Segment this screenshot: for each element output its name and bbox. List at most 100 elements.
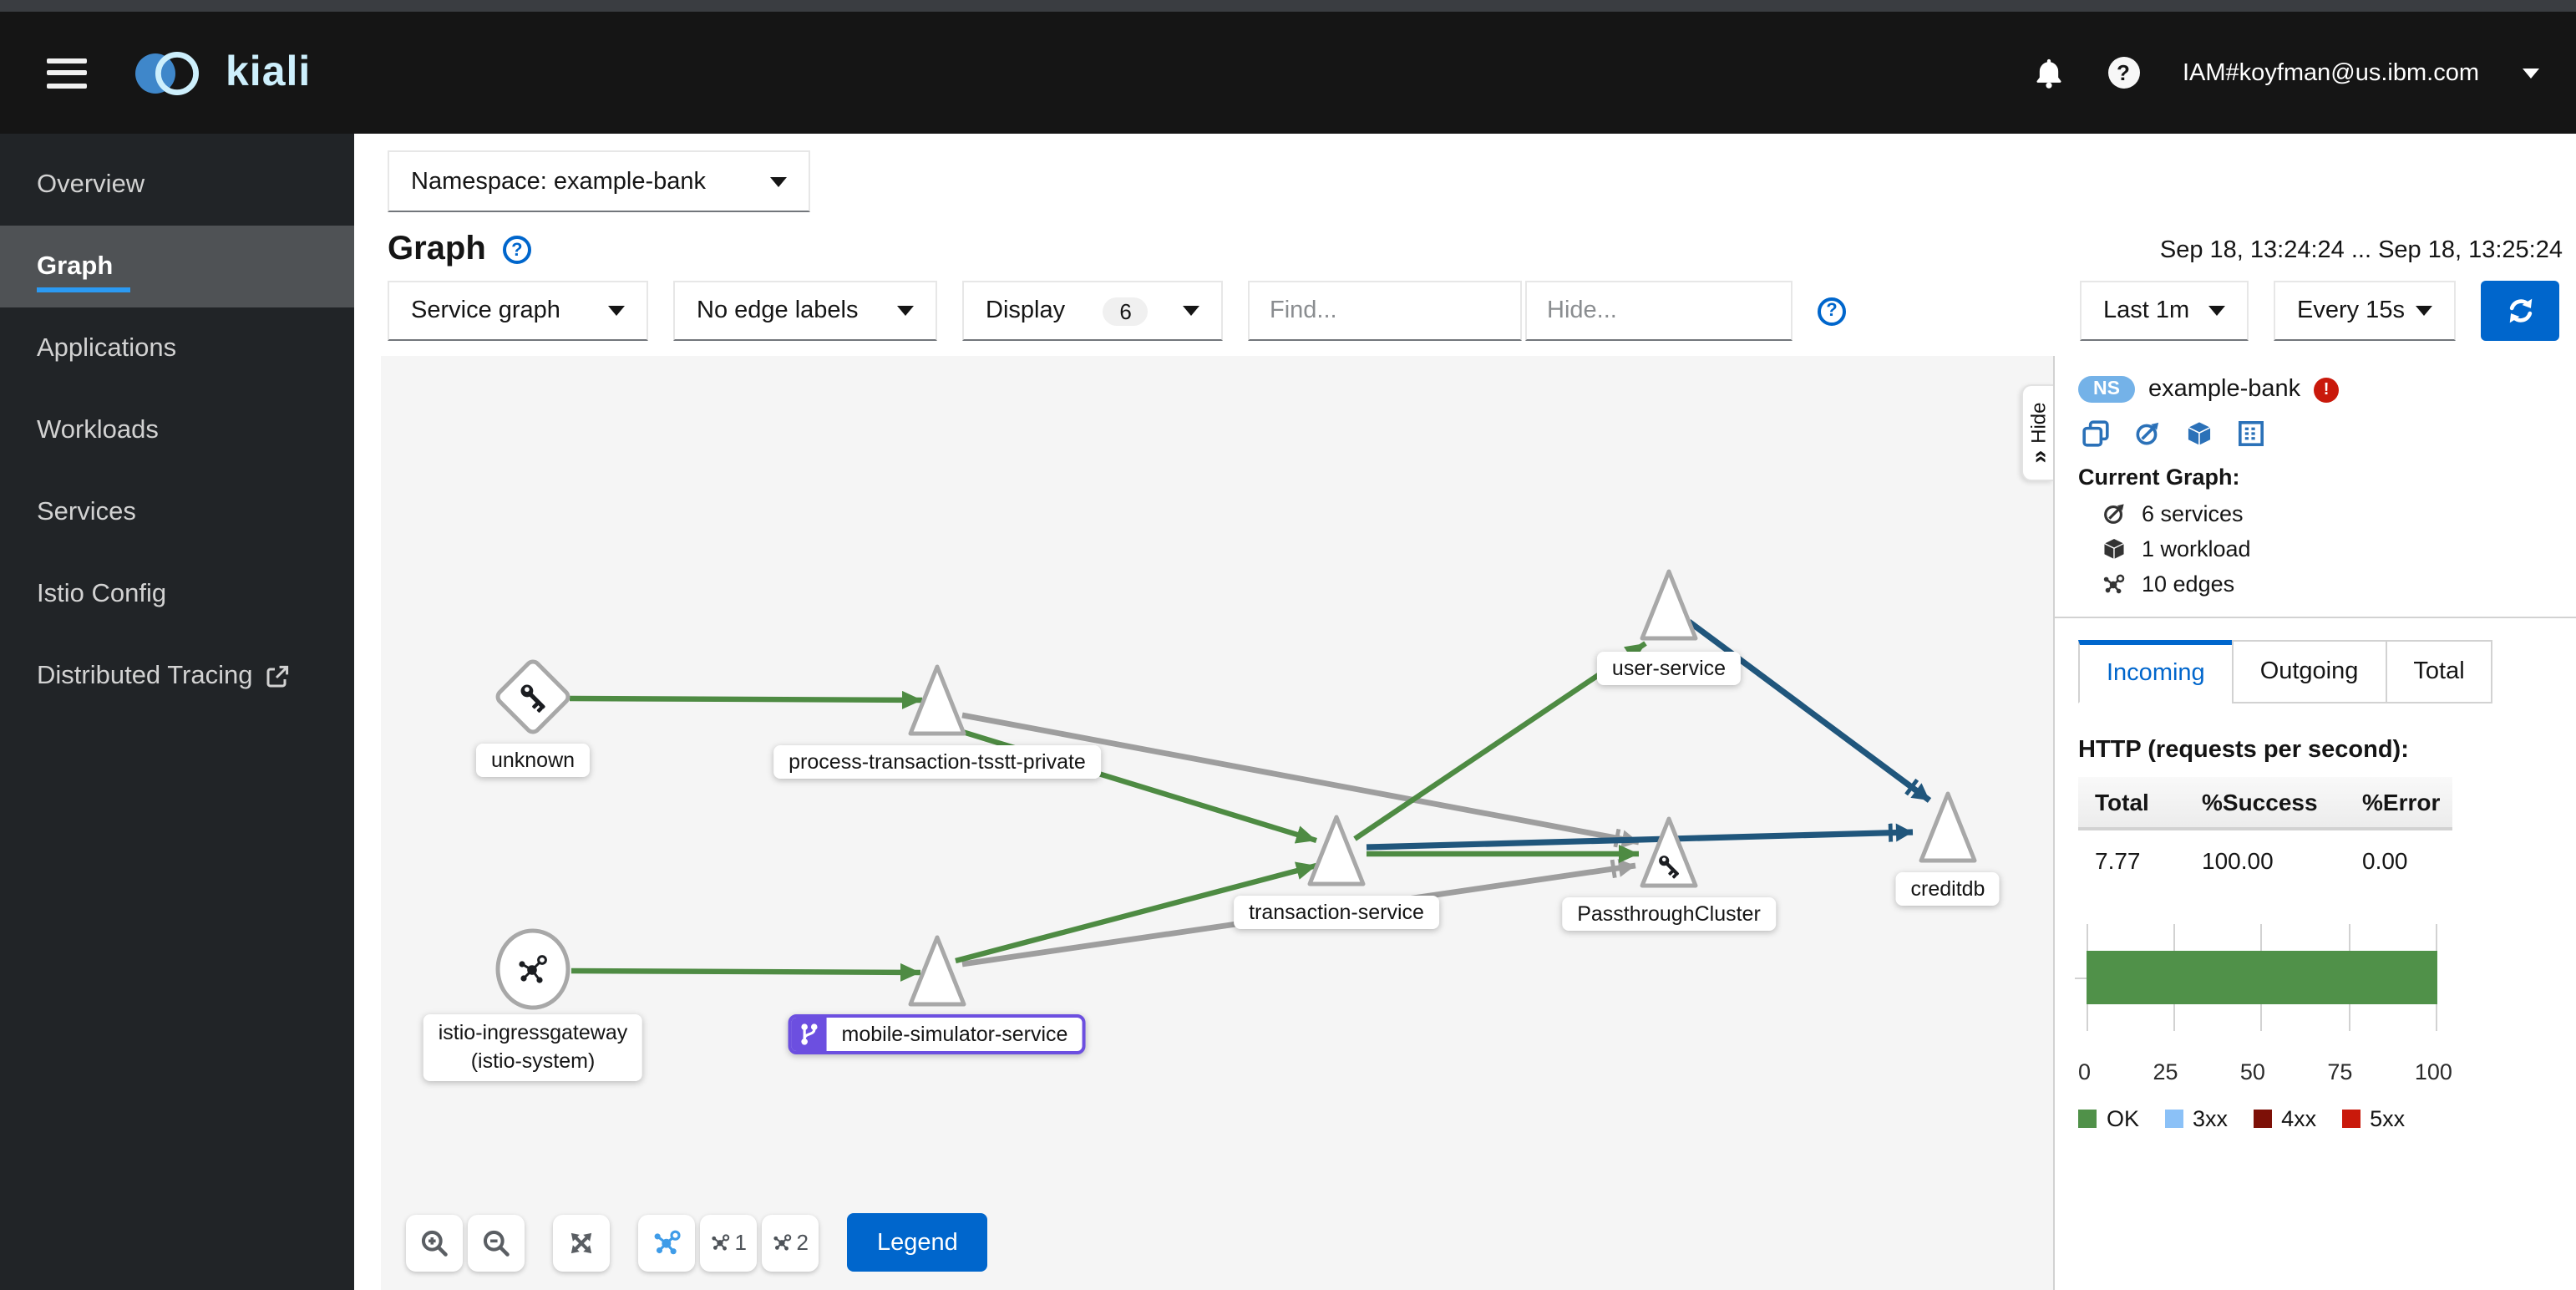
graph-help-icon[interactable] (502, 236, 531, 264)
node-label[interactable]: istio-ingressgateway (istio-system) (423, 1014, 643, 1081)
legend-item-5xx: 5xx (2341, 1106, 2405, 1131)
chevron-down-icon (2208, 306, 2225, 316)
graph-type-select[interactable]: Service graph (388, 281, 648, 341)
double-chevron-icon (2025, 450, 2051, 464)
main-content: Namespace: example-bank Graph Sep 18, 13… (354, 134, 2576, 1290)
sidebar-nav: Overview Graph Applications Workloads Se… (0, 134, 354, 1290)
sidebar-item-overview[interactable]: Overview (0, 144, 354, 226)
workloads-link-icon[interactable] (2185, 419, 2213, 448)
tab-outgoing[interactable]: Outgoing (2231, 640, 2387, 703)
fit-to-screen-button[interactable] (553, 1214, 610, 1271)
node-transaction-service[interactable] (1307, 815, 1366, 886)
topology-icon (712, 1234, 730, 1251)
menu-toggle-icon[interactable] (47, 58, 87, 88)
graph-canvas[interactable]: unknown process-transaction-tsstt-privat… (381, 356, 2053, 1290)
find-input[interactable] (1248, 281, 1522, 341)
column-header: Total (2078, 777, 2185, 830)
edge-unknown-to-process-transaction[interactable] (569, 690, 923, 709)
masthead: kiali IAM#koyfman@us.ibm.com (0, 12, 2576, 134)
title-bar: Graph Sep 18, 13:24:24 ... Sep 18, 13:25… (354, 212, 2576, 269)
graph-layout-2-button[interactable]: 2 (762, 1214, 819, 1271)
display-select[interactable]: Display 6 (962, 281, 1223, 341)
stat-workloads: 1 workload (2102, 536, 2556, 561)
topology-icon (773, 1234, 792, 1251)
http-rate-title: HTTP (requests per second): (2078, 737, 2409, 764)
sidebar-item-istio-config[interactable]: Istio Config (0, 553, 354, 635)
node-istio-ingressgateway[interactable] (495, 928, 570, 1010)
sidebar-item-distributed-tracing[interactable]: Distributed Tracing (0, 635, 354, 717)
chevron-down-icon (1183, 306, 1199, 316)
find-hide-help-icon[interactable] (1818, 297, 1846, 325)
kiali-app: kiali IAM#koyfman@us.ibm.com Overview Gr… (0, 0, 2576, 1290)
4xx-swatch (2253, 1110, 2272, 1128)
stat-edges: 10 edges (2102, 571, 2556, 597)
time-range-label: Sep 18, 13:24:24 ... Sep 18, 13:25:24 (2159, 236, 2563, 263)
node-label-mobile-simulator[interactable]: mobile-simulator-service (788, 1014, 1087, 1054)
node-user-service[interactable] (1640, 569, 1698, 641)
chart-legend: OK 3xx 4xx 5xx (2078, 1106, 2556, 1131)
refresh-button[interactable] (2481, 281, 2559, 341)
user-menu-chevron-down-icon[interactable] (2523, 68, 2539, 78)
namespace-bar: Namespace: example-bank (354, 134, 2576, 212)
node-label[interactable]: PassthroughCluster (1562, 897, 1776, 931)
edge-user-service-to-creditdb[interactable] (1686, 619, 1932, 803)
traffic-tabs: Incoming Outgoing Total (2078, 640, 2556, 703)
hide-panel-tab[interactable]: Hide (2021, 384, 2053, 481)
service-graph (495, 569, 1977, 1010)
namespace-name[interactable]: example-bank (2148, 376, 2300, 403)
node-unknown[interactable] (495, 659, 571, 735)
chevron-down-icon (897, 306, 914, 316)
services-link-icon[interactable] (2133, 419, 2162, 448)
current-graph-title: Current Graph: (2078, 465, 2240, 490)
hide-input[interactable] (1525, 281, 1793, 341)
expand-arrows-icon (570, 1232, 592, 1253)
masthead-actions: IAM#koyfman@us.ibm.com (2032, 57, 2539, 89)
namespace-select[interactable]: Namespace: example-bank (388, 150, 810, 212)
user-menu-label[interactable]: IAM#koyfman@us.ibm.com (2183, 59, 2479, 86)
duration-select[interactable]: Last 1m (2080, 281, 2249, 341)
topology-icon (653, 1230, 680, 1255)
topology-icon (2103, 574, 2125, 594)
sidebar-item-services[interactable]: Services (0, 471, 354, 553)
tab-total[interactable]: Total (2385, 640, 2493, 703)
node-label[interactable]: unknown (475, 744, 591, 777)
edge-ingressgateway-to-mobile-simulator[interactable] (570, 962, 921, 982)
help-icon[interactable] (2107, 57, 2139, 89)
ok-swatch (2078, 1110, 2097, 1128)
graph-nodes (495, 569, 1977, 1010)
zoom-in-button[interactable] (406, 1214, 463, 1271)
tab-incoming[interactable]: Incoming (2078, 640, 2234, 703)
panel-divider (2055, 617, 2576, 618)
node-passthroughcluster[interactable] (1640, 816, 1698, 888)
node-label[interactable]: user-service (1596, 652, 1742, 685)
namespace-error-icon[interactable] (2314, 377, 2340, 402)
page-title: Graph (388, 231, 486, 267)
zoom-out-button[interactable] (468, 1214, 525, 1271)
node-label[interactable]: creditdb (1895, 872, 2000, 906)
graph-layout-default-button[interactable] (638, 1214, 695, 1271)
graph-layout-1-button[interactable]: 1 (700, 1214, 757, 1271)
zoom-out-icon (483, 1229, 510, 1256)
legend-button[interactable]: Legend (847, 1213, 988, 1272)
refresh-interval-select[interactable]: Every 15s (2274, 281, 2456, 341)
x-axis-labels: 0 25 50 75 100 (2078, 1059, 2452, 1084)
refresh-sync-icon (2508, 298, 2532, 323)
external-link-icon (266, 664, 289, 687)
notifications-bell-icon[interactable] (2032, 57, 2064, 89)
sidebar-item-graph[interactable]: Graph (0, 226, 354, 307)
node-label[interactable]: process-transaction-tsstt-private (773, 745, 1101, 779)
sidebar-item-applications[interactable]: Applications (0, 307, 354, 389)
node-label[interactable]: transaction-service (1234, 896, 1439, 929)
kiali-logo-icon (135, 50, 200, 95)
namespace-badge: NS (2078, 376, 2135, 403)
namespace-links (2082, 419, 2556, 448)
istio-config-link-icon[interactable] (2237, 419, 2265, 448)
applications-link-icon[interactable] (2082, 419, 2110, 448)
edge-transaction-service-to-creditdb[interactable] (1366, 823, 1914, 851)
edge-process-transaction-to-passthroughcluster[interactable] (961, 712, 1640, 849)
edge-labels-select[interactable]: No edge labels (673, 281, 937, 341)
sidebar-item-workloads[interactable]: Workloads (0, 389, 354, 471)
node-creditdb[interactable] (1919, 791, 1977, 863)
3xx-swatch (2164, 1110, 2183, 1128)
virtual-service-badge (791, 1018, 827, 1051)
